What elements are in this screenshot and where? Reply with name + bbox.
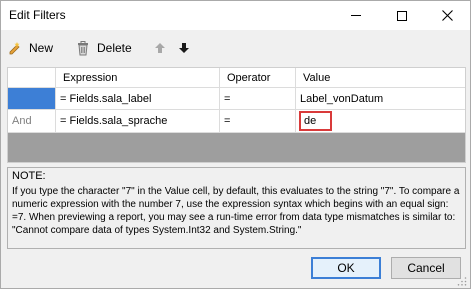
move-up-button[interactable]	[153, 37, 167, 59]
move-down-button[interactable]	[177, 37, 191, 59]
note-panel: NOTE: If you type the character "7" in t…	[7, 167, 466, 249]
move-down-icon	[177, 41, 191, 55]
delete-label: Delete	[97, 41, 132, 55]
maximize-icon	[397, 10, 407, 21]
delete-button[interactable]: Delete	[75, 37, 132, 59]
minimize-button[interactable]	[333, 1, 379, 30]
edit-filters-dialog: Edit Filters New Delete Expression Opera…	[0, 0, 471, 289]
new-icon	[7, 40, 23, 56]
window-title: Edit Filters	[9, 8, 66, 22]
maximize-button[interactable]	[379, 1, 425, 30]
filter-grid: Expression Operator Value = Fields.sala_…	[7, 67, 466, 163]
close-button[interactable]	[424, 1, 470, 30]
button-bar: OK Cancel	[1, 253, 470, 289]
grid-header-row: Expression Operator Value	[8, 68, 465, 88]
column-header-operator[interactable]: Operator	[220, 68, 296, 88]
table-row[interactable]: And = Fields.sala_sprache = de	[8, 110, 465, 133]
expression-cell[interactable]: = Fields.sala_sprache	[56, 110, 220, 133]
note-title: NOTE:	[12, 170, 46, 182]
resize-grip-icon[interactable]	[457, 276, 467, 286]
toolbar: New Delete	[1, 37, 470, 61]
delete-icon	[75, 40, 91, 56]
operator-cell[interactable]: =	[220, 88, 296, 110]
column-header-value[interactable]: Value	[296, 68, 465, 88]
operator-cell[interactable]: =	[220, 110, 296, 133]
column-header-expression[interactable]: Expression	[56, 68, 220, 88]
value-edit-input[interactable]: de	[299, 111, 332, 131]
note-text: If you type the character "7" in the Val…	[12, 186, 460, 236]
value-cell[interactable]: Label_vonDatum	[296, 88, 465, 110]
move-up-icon	[153, 41, 167, 55]
table-row[interactable]: = Fields.sala_label = Label_vonDatum	[8, 88, 465, 110]
ok-button[interactable]: OK	[311, 257, 381, 279]
minimize-icon	[351, 15, 361, 16]
logic-cell[interactable]: And	[8, 110, 56, 133]
title-bar[interactable]: Edit Filters	[1, 1, 470, 30]
expression-cell[interactable]: = Fields.sala_label	[56, 88, 220, 110]
new-button[interactable]: New	[7, 37, 53, 59]
close-icon	[441, 10, 453, 21]
column-header-logic	[8, 68, 56, 88]
value-cell[interactable]: de	[296, 110, 465, 133]
cancel-button[interactable]: Cancel	[391, 257, 461, 279]
logic-cell[interactable]	[8, 88, 56, 110]
new-label: New	[29, 41, 54, 55]
